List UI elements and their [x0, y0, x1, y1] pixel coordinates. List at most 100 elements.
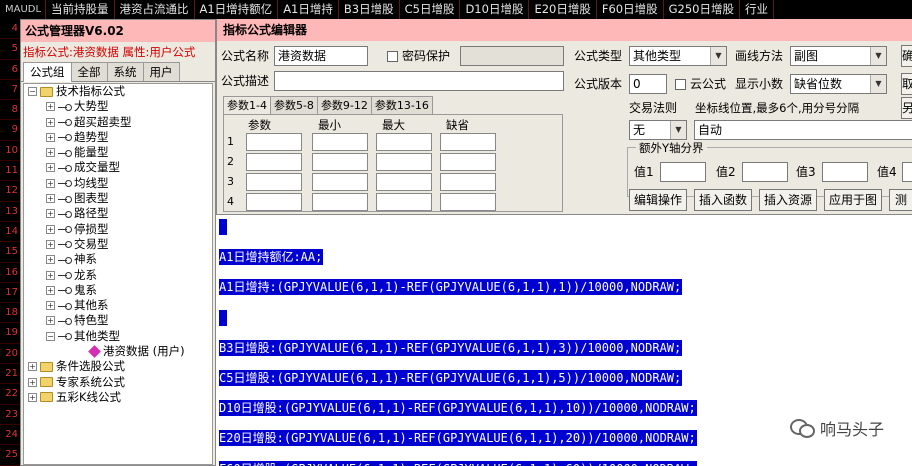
trade-rule-select[interactable]: 无 ▼ — [629, 120, 687, 140]
column-header[interactable]: F60日增股 — [597, 0, 664, 19]
param-cell-input[interactable] — [440, 153, 496, 171]
expand-icon[interactable]: + — [46, 224, 55, 234]
formula-name-input[interactable]: 港资数据 — [274, 46, 368, 66]
column-header[interactable]: A1日增持 — [278, 0, 339, 19]
formula-version-input[interactable]: 0 — [629, 74, 667, 94]
tree-node[interactable]: 港资数据 (用户) — [24, 344, 212, 359]
tree-node[interactable]: + 停损型 — [24, 222, 212, 237]
param-cell-input[interactable] — [376, 133, 432, 151]
tab-formula-group[interactable]: 公式组 — [23, 62, 72, 82]
expand-icon[interactable]: + — [46, 132, 55, 142]
formula-tree[interactable]: − 技术指标公式 + 大势型 + 超买超卖型 + 趋势型 + 能量型 + 成交量型 + 均线型 + 图表型 + 路… — [23, 83, 213, 465]
tree-node[interactable]: + 专家系统公式 — [24, 375, 212, 390]
tree-node[interactable]: + 趋势型 — [24, 130, 212, 145]
test-button[interactable]: 测 — [889, 189, 912, 211]
expand-icon[interactable]: + — [46, 239, 55, 249]
param-cell-input[interactable] — [312, 133, 368, 151]
tree-node[interactable]: + 神系 — [24, 252, 212, 267]
password-protect-checkbox[interactable]: 密码保护 — [387, 47, 450, 65]
tree-node[interactable]: + 五彩K线公式 — [24, 390, 212, 405]
param-cell-input[interactable] — [246, 173, 302, 191]
cancel-button[interactable]: 取 — [901, 73, 912, 95]
tree-node[interactable]: + 超买超卖型 — [24, 115, 212, 130]
expand-icon[interactable]: + — [28, 392, 37, 402]
tree-node[interactable]: + 成交量型 — [24, 160, 212, 175]
column-header[interactable]: D10日增股 — [460, 0, 530, 19]
expand-icon[interactable]: + — [46, 255, 55, 265]
tree-node[interactable]: + 交易型 — [24, 237, 212, 252]
tab-params-13-16[interactable]: 参数13-16 — [370, 96, 433, 115]
formula-type-select[interactable]: 其他类型 ▼ — [629, 46, 727, 66]
tree-node[interactable]: − 其他类型 — [24, 329, 212, 344]
tab-system[interactable]: 系统 — [106, 62, 144, 81]
param-cell-input[interactable] — [312, 173, 368, 191]
tree-node[interactable]: + 均线型 — [24, 176, 212, 191]
column-header[interactable]: B3日增股 — [339, 0, 400, 19]
tree-node[interactable]: + 路径型 — [24, 206, 212, 221]
tree-node[interactable]: + 其他系 — [24, 298, 212, 313]
tree-node[interactable]: + 能量型 — [24, 145, 212, 160]
apply-to-chart-button[interactable]: 应用于图 — [824, 189, 882, 211]
param-cell-input[interactable] — [312, 153, 368, 171]
param-cell-input[interactable] — [246, 133, 302, 151]
column-header[interactable]: 当前持股量 — [46, 0, 115, 19]
column-header[interactable]: G250日增股 — [664, 0, 740, 19]
tree-node[interactable]: + 图表型 — [24, 191, 212, 206]
param-cell-input[interactable] — [440, 193, 496, 211]
expand-icon[interactable]: + — [28, 362, 37, 372]
y-value-1-input[interactable] — [660, 162, 706, 182]
save-as-button[interactable]: 另 — [901, 97, 912, 119]
y-value-4-input[interactable] — [902, 162, 912, 182]
column-header-first[interactable]: MAUDL — [0, 0, 46, 19]
param-cell-input[interactable] — [376, 153, 432, 171]
tree-node[interactable]: + 龙系 — [24, 268, 212, 283]
expand-icon[interactable]: + — [46, 178, 55, 188]
column-header[interactable]: A1日增持额亿 — [195, 0, 279, 19]
param-cell-input[interactable] — [376, 193, 432, 211]
decimal-select[interactable]: 缺省位数 ▼ — [790, 74, 887, 94]
expand-icon[interactable]: + — [46, 117, 55, 127]
coord-line-input[interactable]: 自动 — [694, 120, 912, 140]
tree-node[interactable]: + 特色型 — [24, 313, 212, 328]
expand-icon[interactable]: + — [46, 148, 55, 158]
column-header[interactable]: E20日增股 — [529, 0, 597, 19]
param-cell-input[interactable] — [376, 173, 432, 191]
y-value-2-input[interactable] — [742, 162, 788, 182]
param-cell-input[interactable] — [246, 193, 302, 211]
tree-node[interactable]: + 鬼系 — [24, 283, 212, 298]
column-header[interactable]: 港资占流通比 — [115, 0, 195, 19]
draw-method-select[interactable]: 副图 ▼ — [790, 46, 887, 66]
param-cell-input[interactable] — [312, 193, 368, 211]
param-cell-input[interactable] — [440, 173, 496, 191]
expand-icon[interactable]: + — [46, 301, 55, 311]
param-cell-input[interactable] — [440, 133, 496, 151]
tab-params-9-12[interactable]: 参数9-12 — [316, 96, 372, 115]
tree-node[interactable]: − 技术指标公式 — [24, 84, 212, 99]
tab-params-5-8[interactable]: 参数5-8 — [269, 96, 318, 115]
tree-node[interactable]: + 条件选股公式 — [24, 359, 212, 374]
column-header[interactable]: 行业 — [740, 0, 774, 19]
column-header[interactable]: C5日增股 — [400, 0, 461, 19]
password-input[interactable] — [460, 46, 564, 66]
formula-desc-input[interactable] — [274, 71, 564, 91]
tab-user[interactable]: 用户 — [142, 62, 180, 81]
insert-resource-button[interactable]: 插入资源 — [759, 189, 817, 211]
expand-icon[interactable]: + — [46, 102, 55, 112]
expand-icon[interactable]: + — [46, 285, 55, 295]
expand-icon[interactable]: + — [46, 316, 55, 326]
edit-operation-button[interactable]: 编辑操作 — [629, 189, 687, 211]
cloud-formula-checkbox[interactable]: 云公式 — [675, 75, 726, 93]
expand-icon[interactable]: + — [28, 377, 37, 387]
tree-node[interactable]: + 大势型 — [24, 99, 212, 114]
collapse-icon[interactable]: − — [46, 331, 55, 341]
expand-icon[interactable]: + — [46, 194, 55, 204]
tab-all[interactable]: 全部 — [70, 62, 108, 81]
expand-icon[interactable]: + — [46, 163, 55, 173]
expand-icon[interactable]: + — [46, 270, 55, 280]
expand-icon[interactable]: + — [46, 209, 55, 219]
tab-params-1-4[interactable]: 参数1-4 — [223, 96, 271, 115]
confirm-button[interactable]: 确 — [901, 45, 912, 67]
param-cell-input[interactable] — [246, 153, 302, 171]
collapse-icon[interactable]: − — [28, 87, 37, 96]
y-value-3-input[interactable] — [822, 162, 868, 182]
